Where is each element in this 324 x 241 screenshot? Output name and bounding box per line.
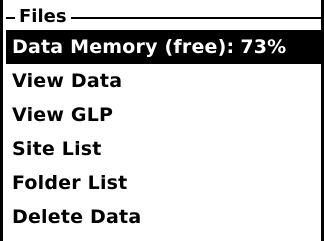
- memory-free-value: 73%: [240, 36, 287, 58]
- menu-item-label: Data Memory (free):: [12, 36, 235, 58]
- section-title: Files: [15, 6, 71, 28]
- menu-item-label: Delete Data: [12, 206, 142, 228]
- menu-item-view-data[interactable]: View Data: [6, 64, 324, 98]
- menu-item-label: Site List: [12, 138, 102, 160]
- menu-item-label: View GLP: [12, 104, 114, 126]
- menu-item-delete-data[interactable]: Delete Data: [6, 200, 324, 234]
- menu-item-label: Folder List: [12, 172, 128, 194]
- files-section-header: Files: [6, 6, 324, 30]
- menu-item-label: View Data: [12, 70, 123, 92]
- screen-frame: Files Data Memory (free): 73% View Data …: [0, 0, 324, 241]
- files-menu: Data Memory (free): 73% View Data View G…: [6, 30, 324, 241]
- menu-item-folder-list[interactable]: Folder List: [6, 166, 324, 200]
- menu-item-view-glp[interactable]: View GLP: [6, 98, 324, 132]
- menu-item-site-list[interactable]: Site List: [6, 132, 324, 166]
- menu-item-data-memory[interactable]: Data Memory (free): 73%: [6, 30, 324, 64]
